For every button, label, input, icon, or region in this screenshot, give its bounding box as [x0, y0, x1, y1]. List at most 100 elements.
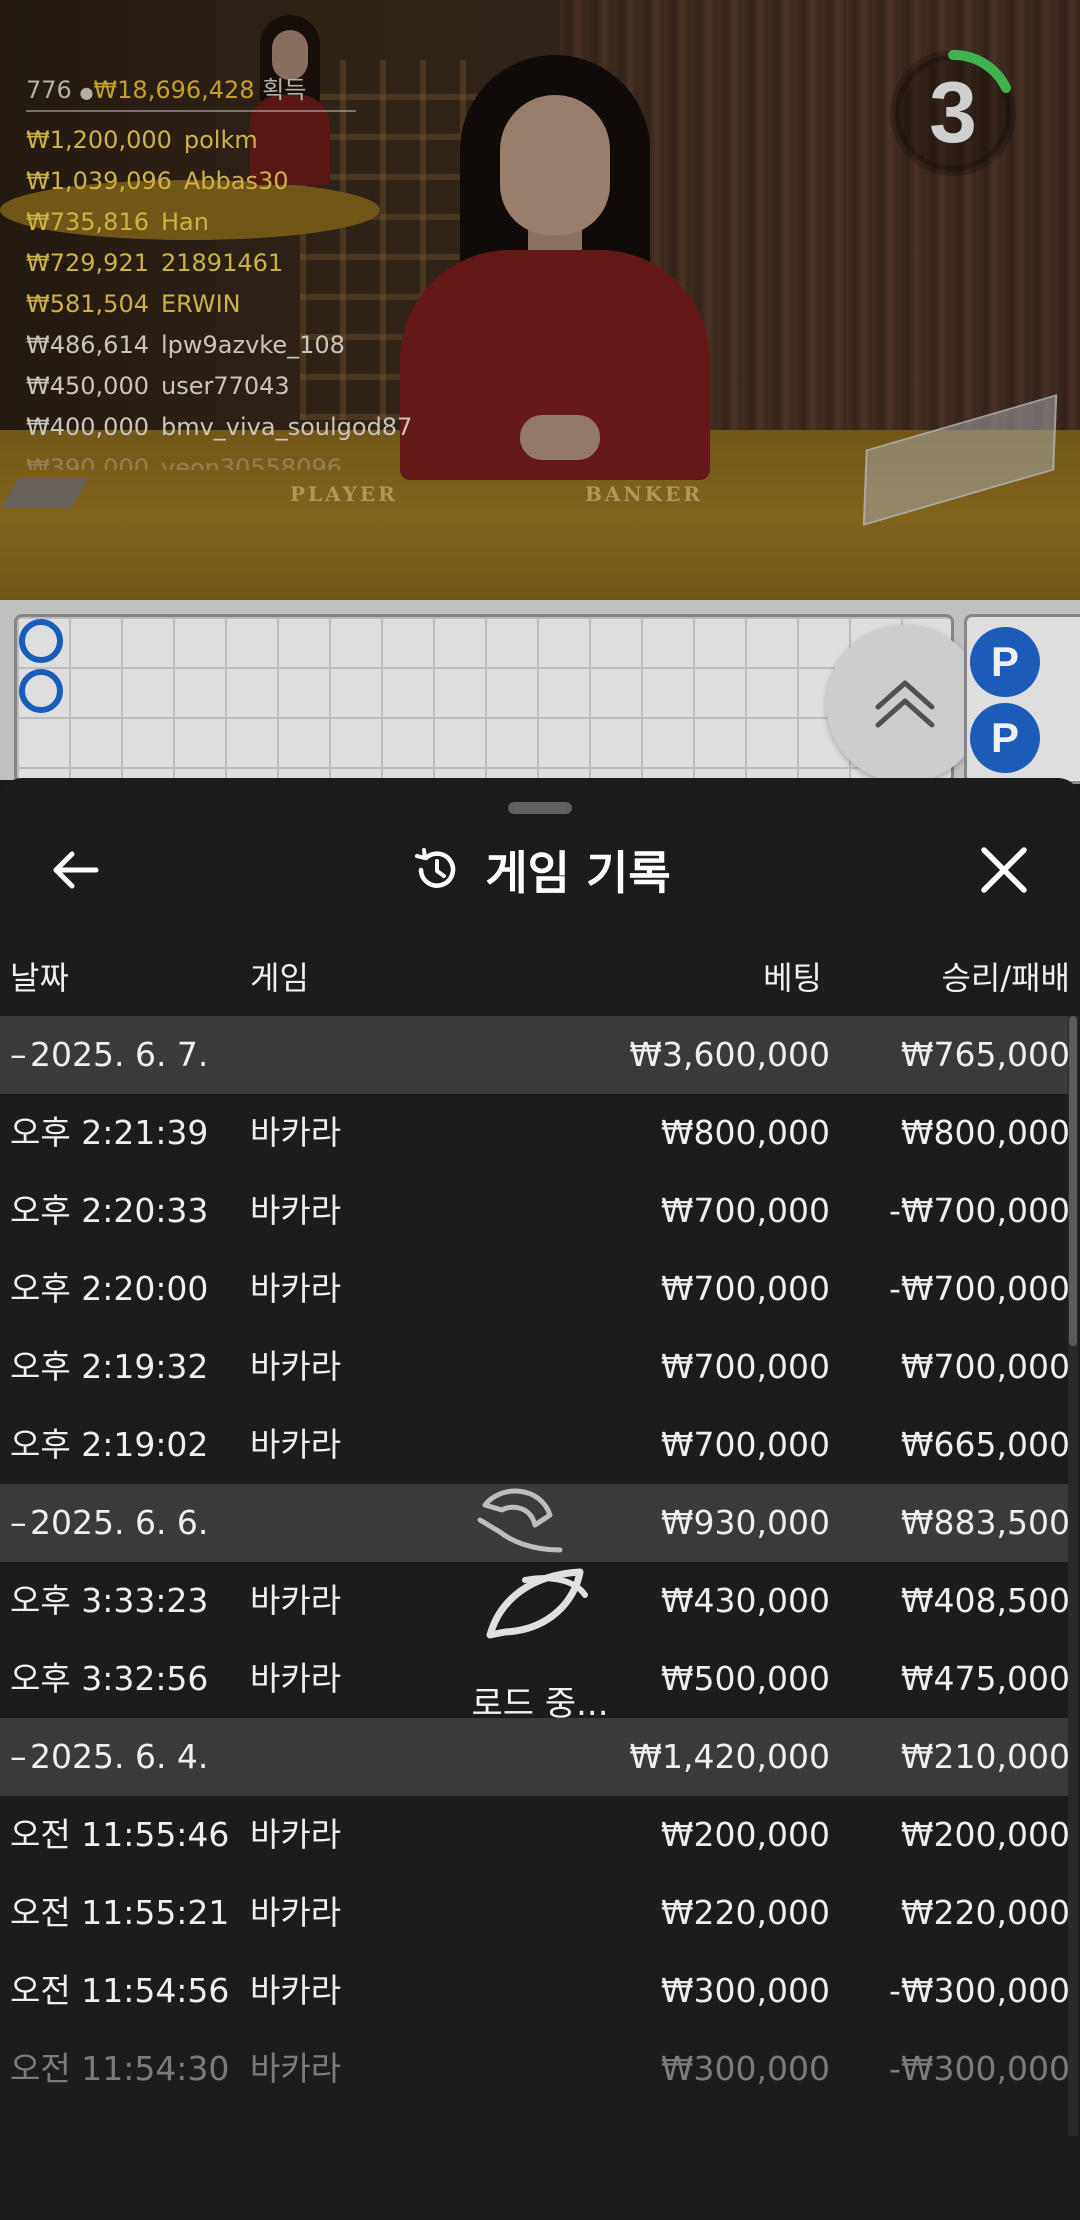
row-game: 바카라 [250, 1815, 342, 1854]
group-total-result: ₩210,000 [900, 1737, 1070, 1776]
row-time: 오후 2:20:33 [10, 1191, 209, 1230]
winners-summary: 776 ●₩18,696,428 획득 [26, 72, 412, 108]
user-icon: ● [79, 83, 94, 102]
row-game: 바카라 [250, 1269, 342, 1308]
close-icon [981, 847, 1027, 893]
winners-suffix: 획득 [262, 76, 307, 104]
winner-amount: ₩1,200,000 [26, 126, 172, 154]
group-date: 2025. 6. 7. [30, 1035, 209, 1074]
row-result: ₩200,000 [900, 1815, 1070, 1854]
row-game: 바카라 [250, 1893, 342, 1932]
date-group-row[interactable]: –2025. 6. 6. ₩930,000 ₩883,500 [0, 1484, 1070, 1562]
row-bet: ₩200,000 [660, 1815, 830, 1854]
winner-name: Han [160, 208, 209, 236]
column-header-result: 승리/패배 [941, 959, 1070, 997]
history-row[interactable]: 오전 11:55:21 바카라 ₩220,000 ₩220,000 [0, 1874, 1070, 1952]
date-group-row[interactable]: –2025. 6. 7. ₩3,600,000 ₩765,000 [0, 1016, 1070, 1094]
winner-amount: ₩486,614 [26, 331, 149, 359]
winner-row: ₩729,921 21891461 [26, 243, 412, 284]
winner-row: ₩735,816 Han [26, 202, 412, 243]
winner-name: user77043 [160, 372, 290, 400]
row-game: 바카라 [250, 1971, 342, 2010]
history-row[interactable]: 오후 2:20:00 바카라 ₩700,000 -₩700,000 [0, 1250, 1070, 1328]
winner-amount: ₩450,000 [26, 372, 149, 400]
row-result: -₩300,000 [888, 2049, 1070, 2088]
close-button[interactable] [974, 840, 1034, 900]
scrollbar-thumb[interactable] [1069, 1016, 1077, 1346]
group-total-bet: ₩3,600,000 [629, 1035, 830, 1074]
row-bet: ₩430,000 [660, 1581, 830, 1620]
row-time: 오후 3:33:23 [10, 1581, 209, 1620]
column-header-bet: 베팅 [763, 959, 822, 997]
row-result: -₩700,000 [888, 1191, 1070, 1230]
row-result: ₩800,000 [900, 1113, 1070, 1152]
winner-amount: ₩581,504 [26, 290, 149, 318]
row-time: 오후 2:19:32 [10, 1347, 209, 1386]
group-total-result: ₩883,500 [900, 1503, 1070, 1542]
winners-total: ₩18,696,428 [93, 76, 255, 104]
history-row[interactable]: 오후 3:32:56 바카라 ₩500,000 ₩475,000 [0, 1640, 1070, 1718]
winner-amount: ₩729,921 [26, 249, 149, 277]
winner-name: lpw9azvke_108 [160, 331, 345, 359]
collapse-dash-icon: – [10, 1737, 27, 1776]
history-row[interactable]: 오후 2:19:32 바카라 ₩700,000 ₩700,000 [0, 1328, 1070, 1406]
collapse-dash-icon: – [10, 1503, 27, 1542]
winner-name: bmv_viva_soulgod87 [160, 413, 413, 441]
sheet-header: 게임 기록 [0, 834, 1080, 906]
row-game: 바카라 [250, 1425, 342, 1464]
row-time: 오후 2:21:39 [10, 1113, 209, 1152]
row-result: ₩665,000 [900, 1425, 1070, 1464]
row-result: ₩220,000 [900, 1893, 1070, 1932]
history-row[interactable]: 오후 2:20:33 바카라 ₩700,000 -₩700,000 [0, 1172, 1070, 1250]
winner-row: ₩486,614 lpw9azvke_108 [26, 325, 412, 366]
row-bet: ₩300,000 [660, 1971, 830, 2010]
winner-row: ₩1,039,096 Abbas30 [26, 161, 412, 202]
row-bet: ₩300,000 [660, 2049, 830, 2088]
row-time: 오전 11:55:46 [10, 1815, 230, 1854]
game-history-sheet: 게임 기록 날짜 게임 베팅 승리/패배 –2025. 6. 7. ₩3,600,… [0, 778, 1080, 2220]
row-bet: ₩700,000 [660, 1347, 830, 1386]
row-game: 바카라 [250, 2049, 342, 2088]
history-row[interactable]: 오후 2:21:39 바카라 ₩800,000 ₩800,000 [0, 1094, 1070, 1172]
row-time: 오전 11:54:30 [10, 2049, 230, 2088]
row-game: 바카라 [250, 1581, 342, 1620]
back-button[interactable] [46, 840, 106, 900]
winner-name: 21891461 [160, 249, 284, 277]
row-result: -₩300,000 [888, 1971, 1070, 2010]
collapse-dash-icon: – [10, 1035, 27, 1074]
winner-row: ₩1,200,000 polkm [26, 120, 412, 161]
row-bet: ₩800,000 [660, 1113, 830, 1152]
history-row[interactable]: 오후 2:19:02 바카라 ₩700,000 ₩665,000 [0, 1406, 1070, 1484]
winner-name: polkm [183, 126, 258, 154]
row-bet: ₩700,000 [660, 1191, 830, 1230]
date-group-row[interactable]: –2025. 6. 4. ₩1,420,000 ₩210,000 [0, 1718, 1070, 1796]
row-time: 오전 11:55:21 [10, 1893, 230, 1932]
history-scrollbar[interactable] [1068, 1016, 1078, 2136]
row-bet: ₩700,000 [660, 1269, 830, 1308]
winner-row: ₩450,000 user77043 [26, 366, 412, 407]
winner-name: ERWIN [160, 290, 241, 318]
column-headers: 날짜 게임 베팅 승리/패배 [0, 948, 1080, 1008]
group-total-bet: ₩930,000 [660, 1503, 830, 1542]
history-icon [415, 848, 456, 888]
winner-amount: ₩400,000 [26, 413, 149, 441]
winner-name: Abbas30 [183, 167, 289, 195]
history-row[interactable]: 오전 11:54:30 바카라 ₩300,000 -₩300,000 [0, 2030, 1070, 2108]
winner-row: ₩400,000 bmv_viva_soulgod87 [26, 407, 412, 448]
winners-count: 776 [26, 76, 72, 104]
sheet-drag-handle[interactable] [508, 802, 572, 814]
winner-amount: ₩1,039,096 [26, 167, 172, 195]
history-row[interactable]: 오전 11:54:56 바카라 ₩300,000 -₩300,000 [0, 1952, 1070, 2030]
history-list[interactable]: –2025. 6. 7. ₩3,600,000 ₩765,000 오후 2:21:39… [0, 1016, 1070, 2108]
history-row[interactable]: 오후 3:33:23 바카라 ₩430,000 ₩408,500 [0, 1562, 1070, 1640]
column-header-game: 게임 [250, 959, 309, 997]
row-result: ₩700,000 [900, 1347, 1070, 1386]
row-game: 바카라 [250, 1347, 342, 1386]
row-bet: ₩500,000 [660, 1659, 830, 1698]
row-time: 오전 11:54:56 [10, 1971, 230, 2010]
row-time: 오후 2:20:00 [10, 1269, 209, 1308]
history-row[interactable]: 오전 11:55:46 바카라 ₩200,000 ₩200,000 [0, 1796, 1070, 1874]
live-video-stream: PLAYER BANKER 776 ●₩18,696,428 획득 ₩1,200… [0, 0, 1080, 600]
winner-name: yeon30558096 [160, 454, 343, 470]
sheet-title: 게임 기록 [485, 846, 671, 900]
